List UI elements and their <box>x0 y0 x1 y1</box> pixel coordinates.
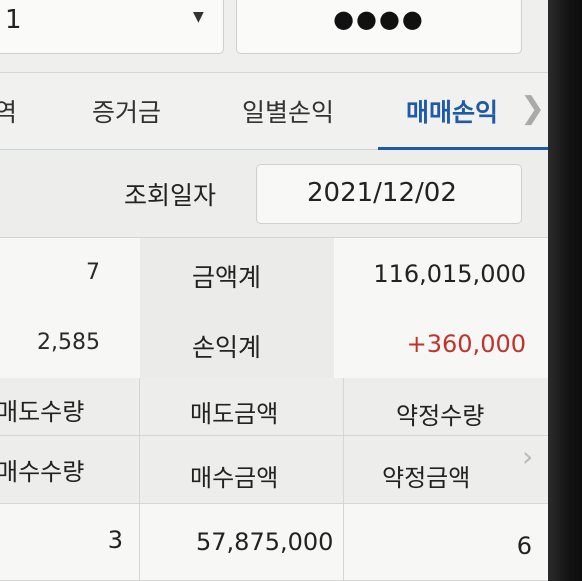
summary-left-value: 2,585 <box>37 330 100 355</box>
header-buy-qty: 매수수량 <box>0 458 85 486</box>
grid-header-row: 매수수량 매수금액 약정금액 › <box>0 436 548 504</box>
trade-grid: 매도수량 매도금액 약정수량 매수수량 매수금액 약정금액 › 3 57,875… <box>0 378 548 581</box>
tab-partial[interactable]: 역 <box>0 93 17 129</box>
tab-margin[interactable]: 증거금 <box>92 93 161 129</box>
device-bezel <box>548 0 582 581</box>
chevron-right-icon[interactable]: › <box>522 440 533 473</box>
summary-label: 손익계 <box>192 333 262 362</box>
summary-row: 7 금액계 116,015,000 <box>0 238 548 308</box>
account-value: 1 <box>5 5 22 35</box>
header-buy-amount: 매수금액 <box>190 464 279 492</box>
summary-profit-value: +360,000 <box>406 330 526 358</box>
header-contract-amount: 약정금액 <box>382 464 471 492</box>
summary-amount-value: 116,015,000 <box>373 260 526 288</box>
date-field[interactable]: 2021/12/02 <box>256 164 522 224</box>
date-value: 2021/12/02 <box>307 178 457 208</box>
date-label: 조회일자 <box>124 181 217 210</box>
account-select[interactable]: 1 ▼ <box>0 0 224 54</box>
header-contract-qty: 약정수량 <box>396 402 485 430</box>
tab-trade-pnl[interactable]: 매매손익 <box>406 93 498 129</box>
table-row[interactable]: 3 57,875,000 6 <box>0 504 548 581</box>
grid-header-row: 매도수량 매도금액 약정수량 <box>0 378 548 436</box>
app-screen: 1 ▼ ●●●● 역 증거금 일별손익 매매손익 ❯ 조회일자 2021/12/… <box>0 0 548 581</box>
query-date-row: 조회일자 2021/12/02 <box>0 150 548 238</box>
tab-daily-pnl[interactable]: 일별손익 <box>242 93 334 129</box>
top-bar: 1 ▼ ●●●● <box>0 0 548 72</box>
cell-contract-qty: 6 <box>516 532 532 560</box>
summary-left-value: 7 <box>86 260 100 285</box>
tab-bar: 역 증거금 일별손익 매매손익 ❯ <box>0 72 548 151</box>
summary-row: 2,585 손익계 +360,000 <box>0 308 548 378</box>
header-sell-amount: 매도금액 <box>190 400 279 428</box>
summary-label: 금액계 <box>192 263 262 292</box>
password-field[interactable]: ●●●● <box>236 0 522 54</box>
cell-qty: 3 <box>107 526 123 554</box>
chevron-right-icon[interactable]: ❯ <box>520 91 545 126</box>
summary-table: 7 금액계 116,015,000 2,585 손익계 +360,000 <box>0 238 548 378</box>
dropdown-arrow-icon[interactable]: ▼ <box>193 9 204 25</box>
cell-amount: 57,875,000 <box>196 528 334 556</box>
header-sell-qty: 매도수량 <box>0 398 85 426</box>
